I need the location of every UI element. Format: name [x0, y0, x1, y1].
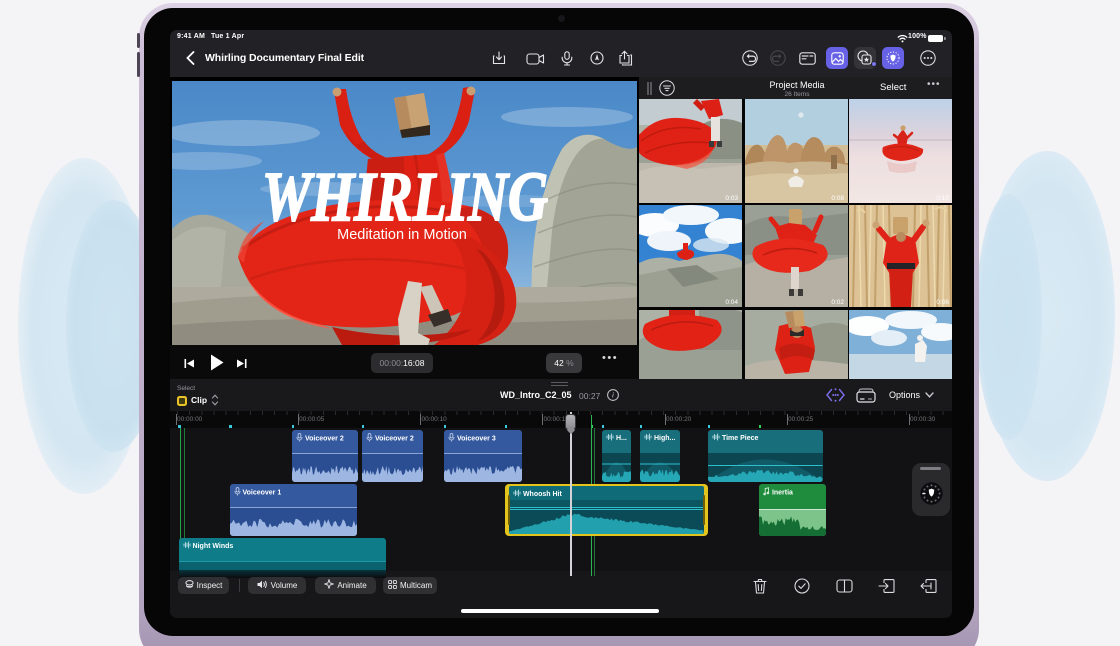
svg-text:0:03: 0:03 [725, 195, 738, 202]
svg-text:WHIRLING: WHIRLING [262, 159, 548, 236]
svg-text:Meditation in Motion: Meditation in Motion [337, 227, 467, 243]
svg-text:0:06: 0:06 [936, 299, 949, 306]
svg-text:0:02: 0:02 [831, 299, 844, 306]
svg-text:0:08: 0:08 [831, 195, 844, 202]
svg-text:0:04: 0:04 [725, 299, 738, 306]
svg-text:i: i [612, 391, 614, 400]
svg-text:0:10: 0:10 [936, 195, 949, 202]
